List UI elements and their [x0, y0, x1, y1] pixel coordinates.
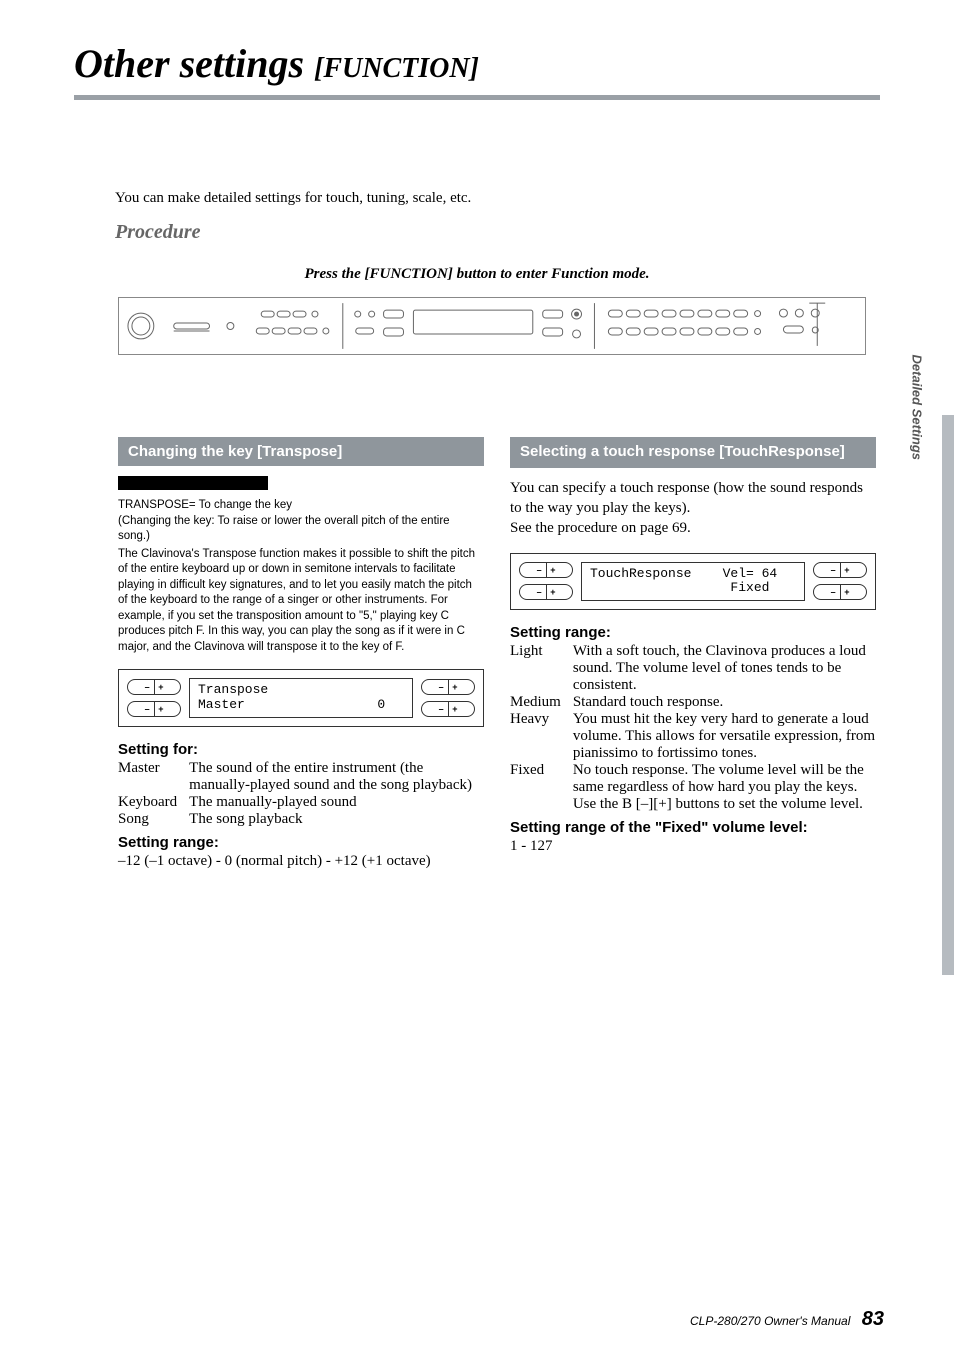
term-fixed: Fixed — [510, 762, 573, 813]
term-keyboard: Keyboard — [118, 794, 189, 811]
fixed-range: 1 - 127 — [510, 836, 876, 856]
left-button-pair: –+ –+ — [127, 679, 181, 717]
desc-song: The song playback — [189, 811, 484, 828]
c-minus-plus-button[interactable]: –+ — [127, 701, 181, 717]
left-button-pair-r: –+ –+ — [519, 562, 573, 600]
term-medium: Medium — [510, 694, 573, 711]
touch-para2: See the procedure on page 69. — [510, 518, 876, 538]
footer-page: 83 — [862, 1308, 884, 1330]
setting-range-label-right: Setting range: — [510, 624, 876, 641]
page-title: Other settings [FUNCTION] — [0, 0, 954, 91]
setting-for-label: Setting for: — [118, 741, 484, 758]
right-button-pair-r: –+ –+ — [813, 562, 867, 600]
panel-svg — [119, 298, 865, 354]
lcd-line1-r: TouchResponse Vel= 64 — [590, 567, 796, 582]
term-song: Song — [118, 811, 189, 828]
left-column: Changing the key [Transpose] TRANSPOSE= … — [118, 437, 484, 871]
setting-range-left: –12 (–1 octave) - 0 (normal pitch) - +12… — [118, 851, 484, 871]
setting-for-list: MasterThe sound of the entire instrument… — [118, 760, 484, 828]
transpose-lcd-block: –+ –+ Transpose Master 0 –+ –+ — [118, 669, 484, 727]
desc-heavy: You must hit the key very hard to genera… — [573, 711, 876, 762]
touch-lcd: TouchResponse Vel= 64 Fixed — [581, 562, 805, 602]
touch-para1: You can specify a touch response (how th… — [510, 478, 876, 519]
black-bar — [118, 476, 268, 490]
term-light: Light — [510, 643, 573, 694]
term-heavy: Heavy — [510, 711, 573, 762]
c-minus-plus-button-r[interactable]: –+ — [519, 584, 573, 600]
lcd-line2: Master 0 — [198, 698, 404, 713]
side-stripe — [942, 415, 954, 975]
control-panel-diagram — [118, 297, 866, 355]
right-column: Selecting a touch response [TouchRespons… — [510, 437, 876, 871]
procedure-step: Press the [FUNCTION] button to enter Fun… — [0, 244, 954, 297]
title-sub: [FUNCTION] — [314, 53, 479, 84]
procedure-heading: Procedure — [0, 207, 954, 244]
transpose-term: TRANSPOSE= To change the key — [118, 498, 484, 514]
b-minus-plus-button-r[interactable]: –+ — [813, 562, 867, 578]
setting-range-label-left: Setting range: — [118, 834, 484, 851]
footer-manual: CLP-280/270 Owner's Manual — [690, 1314, 850, 1328]
desc-medium: Standard touch response. — [573, 694, 876, 711]
desc-master: The sound of the entire instrument (the … — [189, 760, 484, 794]
lcd-line1: Transpose — [198, 683, 404, 698]
right-button-pair: –+ –+ — [421, 679, 475, 717]
transpose-term2: (Changing the key: To raise or lower the… — [118, 514, 484, 545]
fixed-range-label: Setting range of the "Fixed" volume leve… — [510, 819, 876, 836]
a-minus-plus-button-r[interactable]: –+ — [519, 562, 573, 578]
side-tab: Detailed Settings — [909, 355, 924, 460]
desc-fixed: No touch response. The volume level will… — [573, 762, 876, 813]
touch-range-list: LightWith a soft touch, the Clavinova pr… — [510, 643, 876, 813]
title-main: Other settings — [74, 41, 304, 86]
term-master: Master — [118, 760, 189, 794]
desc-keyboard: The manually-played sound — [189, 794, 484, 811]
lcd-line2-r: Fixed — [590, 581, 796, 596]
desc-light: With a soft touch, the Clavinova produce… — [573, 643, 876, 694]
footer: CLP-280/270 Owner's Manual 83 — [690, 1308, 884, 1331]
touch-heading: Selecting a touch response [TouchRespons… — [510, 437, 876, 468]
touch-lcd-block: –+ –+ TouchResponse Vel= 64 Fixed –+ –+ — [510, 553, 876, 611]
a-minus-plus-button[interactable]: –+ — [127, 679, 181, 695]
intro-text: You can make detailed settings for touch… — [0, 100, 954, 207]
d-minus-plus-button-r[interactable]: –+ — [813, 584, 867, 600]
transpose-para: The Clavinova's Transpose function makes… — [118, 547, 484, 656]
transpose-heading: Changing the key [Transpose] — [118, 437, 484, 466]
transpose-lcd: Transpose Master 0 — [189, 678, 413, 718]
d-minus-plus-button[interactable]: –+ — [421, 701, 475, 717]
b-minus-plus-button[interactable]: –+ — [421, 679, 475, 695]
